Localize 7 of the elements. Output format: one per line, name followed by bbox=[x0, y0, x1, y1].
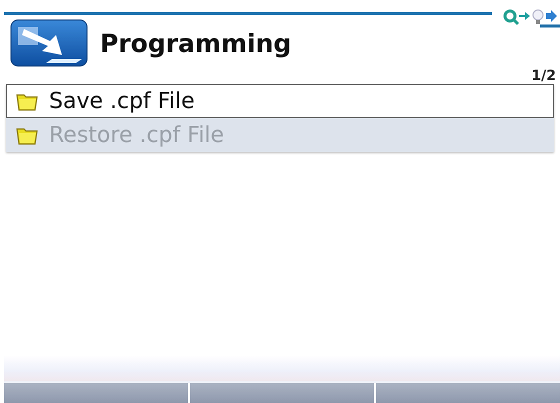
programming-icon bbox=[10, 19, 88, 67]
softkey-button[interactable] bbox=[4, 383, 188, 403]
page-indicator: 1/2 bbox=[531, 68, 556, 84]
softkey-button[interactable] bbox=[190, 383, 374, 403]
screen-title: Programming bbox=[100, 28, 292, 58]
softkey-button[interactable] bbox=[376, 383, 560, 403]
menu-item[interactable]: Save .cpf File bbox=[6, 84, 554, 118]
